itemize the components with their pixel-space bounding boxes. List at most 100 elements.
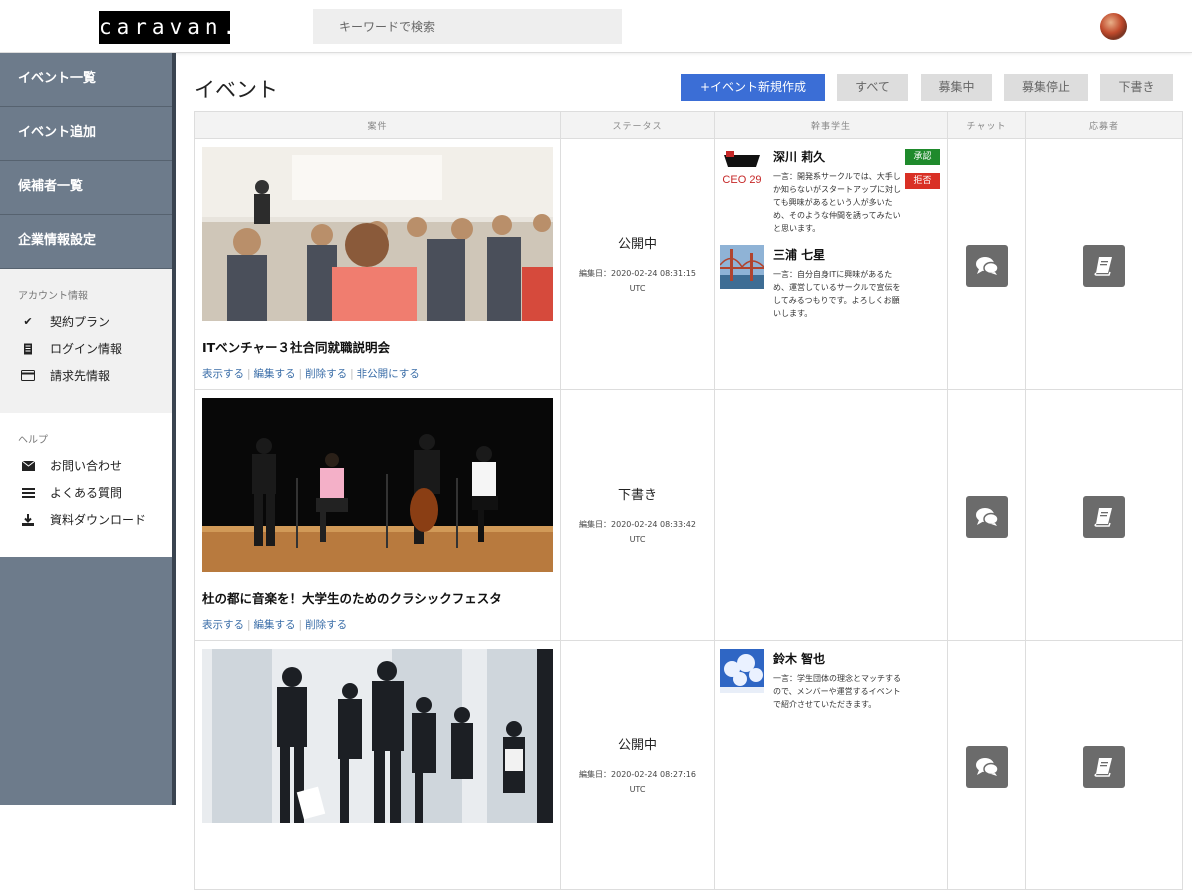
- edit-link[interactable]: 編集する: [254, 368, 296, 380]
- check-icon: ✔: [23, 315, 33, 328]
- unpublish-link[interactable]: 非公開にする: [357, 368, 420, 380]
- delete-link[interactable]: 削除する: [305, 368, 347, 380]
- faq-link[interactable]: よくある質問: [18, 479, 174, 506]
- student-comment: 一言：自分自身ITに興味があるため、運営しているサークルで宣伝をしてみるつもりで…: [773, 270, 901, 318]
- student-card: CEO 29 深川 莉久 一言：開発系サークルでは、大手しか知らないがスタートア…: [720, 147, 942, 235]
- account-panel: アカウント情報 ✔ 契約プラン ログイン情報 請求先情報: [0, 269, 174, 413]
- edit-link[interactable]: 編集する: [254, 619, 296, 631]
- status-badge: 公開中: [617, 737, 657, 753]
- create-event-button[interactable]: +イベント新規作成: [681, 74, 825, 101]
- contact-link[interactable]: お問い合わせ: [18, 452, 174, 479]
- status-badge: 公開中: [617, 236, 657, 252]
- separator: |: [298, 619, 303, 631]
- top-bar: caravan.: [0, 0, 1192, 53]
- book-icon: [1094, 758, 1112, 777]
- filter-draft-button[interactable]: 下書き: [1100, 74, 1173, 101]
- case-cell: ITベンチャー３社合同就職説明会 表示する | 編集する | 削除する | 非公開にする: [194, 138, 561, 390]
- download-link[interactable]: 資料ダウンロード: [18, 506, 174, 533]
- event-photo-seminar[interactable]: [202, 147, 553, 321]
- view-link[interactable]: 表示する: [202, 368, 244, 380]
- document-icon: [21, 342, 35, 356]
- student-name[interactable]: 深川 莉久: [773, 148, 901, 165]
- user-avatar[interactable]: [1100, 13, 1127, 40]
- student-comment: 一言：学生団体の理念とマッチするので、メンバーや運営するイベントで紹介させていた…: [773, 674, 901, 709]
- separator: |: [298, 368, 303, 380]
- applicants-button[interactable]: [1083, 245, 1125, 287]
- student-name[interactable]: 鈴木 智也: [773, 650, 901, 667]
- status-cell: 下書き 編集日：2020-02-24 08:33:42 UTC: [560, 389, 715, 641]
- page-title: イベント: [194, 78, 278, 102]
- approve-button[interactable]: 承認: [905, 149, 940, 165]
- billing-info-link[interactable]: 請求先情報: [18, 362, 174, 389]
- student-avatar[interactable]: CEO 29: [720, 147, 764, 191]
- view-link[interactable]: 表示する: [202, 619, 244, 631]
- event-actions: 表示する | 編集する | 削除する: [202, 617, 553, 632]
- chat-bubbles-icon: [975, 758, 999, 776]
- event-title[interactable]: ITベンチャー３社合同就職説明会: [202, 337, 553, 356]
- billing-info-label: 請求先情報: [50, 369, 111, 383]
- sidebar: イベント一覧 イベント追加 候補者一覧 企業情報設定 アカウント情報 ✔ 契約プ…: [0, 53, 174, 805]
- student-name[interactable]: 三浦 七星: [773, 246, 901, 263]
- list-icon: [21, 486, 35, 500]
- event-photo-concert[interactable]: [202, 398, 553, 572]
- download-icon: [21, 513, 35, 527]
- applicants-button[interactable]: [1083, 746, 1125, 788]
- search-input[interactable]: [313, 9, 622, 44]
- column-header-students: 幹事学生: [714, 111, 948, 139]
- chat-cell: [947, 138, 1026, 390]
- book-icon: [1094, 508, 1112, 527]
- separator: |: [247, 619, 251, 631]
- edited-date: 編集日：2020-02-24 08:31:15: [579, 268, 696, 278]
- ceo29-logo-text: CEO 29: [722, 174, 761, 186]
- filter-stopped-button[interactable]: 募集停止: [1004, 74, 1088, 101]
- contract-plan-link[interactable]: ✔ 契約プラン: [18, 308, 174, 335]
- login-info-link[interactable]: ログイン情報: [18, 335, 174, 362]
- sidebar-edge: [172, 53, 176, 805]
- table-row: ITベンチャー３社合同就職説明会 表示する | 編集する | 削除する | 非公開にする 公…: [194, 138, 1183, 390]
- credit-card-icon: [21, 369, 35, 383]
- event-photo-business[interactable]: [202, 649, 553, 823]
- event-actions: 表示する | 編集する | 削除する | 非公開にする: [202, 366, 553, 381]
- delete-link[interactable]: 削除する: [305, 619, 347, 631]
- column-header-applicants: 応募者: [1025, 111, 1183, 139]
- event-title[interactable]: 杜の都に音楽を！大学生のためのクラシックフェスタ: [202, 588, 553, 607]
- student-card: 三浦 七星 一言：自分自身ITに興味があるため、運営しているサークルで宣伝をして…: [719, 245, 942, 320]
- reject-button[interactable]: 拒否: [905, 173, 940, 189]
- chat-bubbles-icon: [975, 257, 999, 275]
- students-cell: [714, 389, 948, 641]
- envelope-icon: [21, 459, 35, 473]
- sidebar-item-add-event[interactable]: イベント追加: [0, 107, 174, 161]
- contract-plan-label: 契約プラン: [50, 315, 111, 329]
- edited-timezone: UTC: [629, 283, 646, 293]
- chat-button[interactable]: [965, 496, 1008, 538]
- chat-bubbles-icon: [975, 508, 999, 526]
- table-row: 杜の都に音楽を！大学生のためのクラシックフェスタ 表示する | 編集する | 削除する …: [194, 389, 1183, 641]
- separator: |: [247, 368, 251, 380]
- student-avatar[interactable]: [719, 245, 765, 289]
- sidebar-item-event-list[interactable]: イベント一覧: [0, 53, 174, 107]
- applicants-cell: [1025, 640, 1183, 890]
- sidebar-item-company-settings[interactable]: 企業情報設定: [0, 215, 174, 269]
- applicants-cell: [1025, 138, 1183, 390]
- table-header-row: 案件 ステータス 幹事学生 チャット 応募者: [194, 111, 1183, 139]
- filter-recruiting-button[interactable]: 募集中: [921, 74, 992, 101]
- edited-date: 編集日：2020-02-24 08:27:16: [579, 769, 696, 779]
- download-label: 資料ダウンロード: [50, 513, 147, 527]
- filter-all-button[interactable]: すべて: [837, 74, 908, 101]
- chat-button[interactable]: [965, 245, 1008, 287]
- applicants-cell: [1025, 389, 1183, 641]
- column-header-case: 案件: [194, 111, 561, 139]
- case-cell: [194, 640, 561, 890]
- applicants-button[interactable]: [1083, 496, 1125, 538]
- student-card: 鈴木 智也 一言：学生団体の理念とマッチするので、メンバーや運営するイベントで紹…: [720, 649, 942, 711]
- edited-timezone: UTC: [629, 534, 646, 544]
- sidebar-item-candidates[interactable]: 候補者一覧: [0, 161, 174, 215]
- student-comment: 一言：開発系サークルでは、大手しか知らないがスタートアップに対しても興味があると…: [773, 172, 901, 233]
- table-row: 公開中 編集日：2020-02-24 08:27:16 UTC 鈴木 智也 一言…: [194, 640, 1183, 890]
- events-table: 案件 ステータス 幹事学生 チャット 応募者 ITベンチャー３社合同就職説明会 …: [194, 111, 1183, 890]
- status-cell: 公開中 編集日：2020-02-24 08:27:16 UTC: [560, 640, 715, 890]
- student-avatar[interactable]: [720, 649, 764, 693]
- caravan-logo[interactable]: caravan.: [99, 11, 235, 44]
- case-cell: 杜の都に音楽を！大学生のためのクラシックフェスタ 表示する | 編集する | 削除する: [194, 389, 561, 641]
- chat-button[interactable]: [965, 746, 1008, 788]
